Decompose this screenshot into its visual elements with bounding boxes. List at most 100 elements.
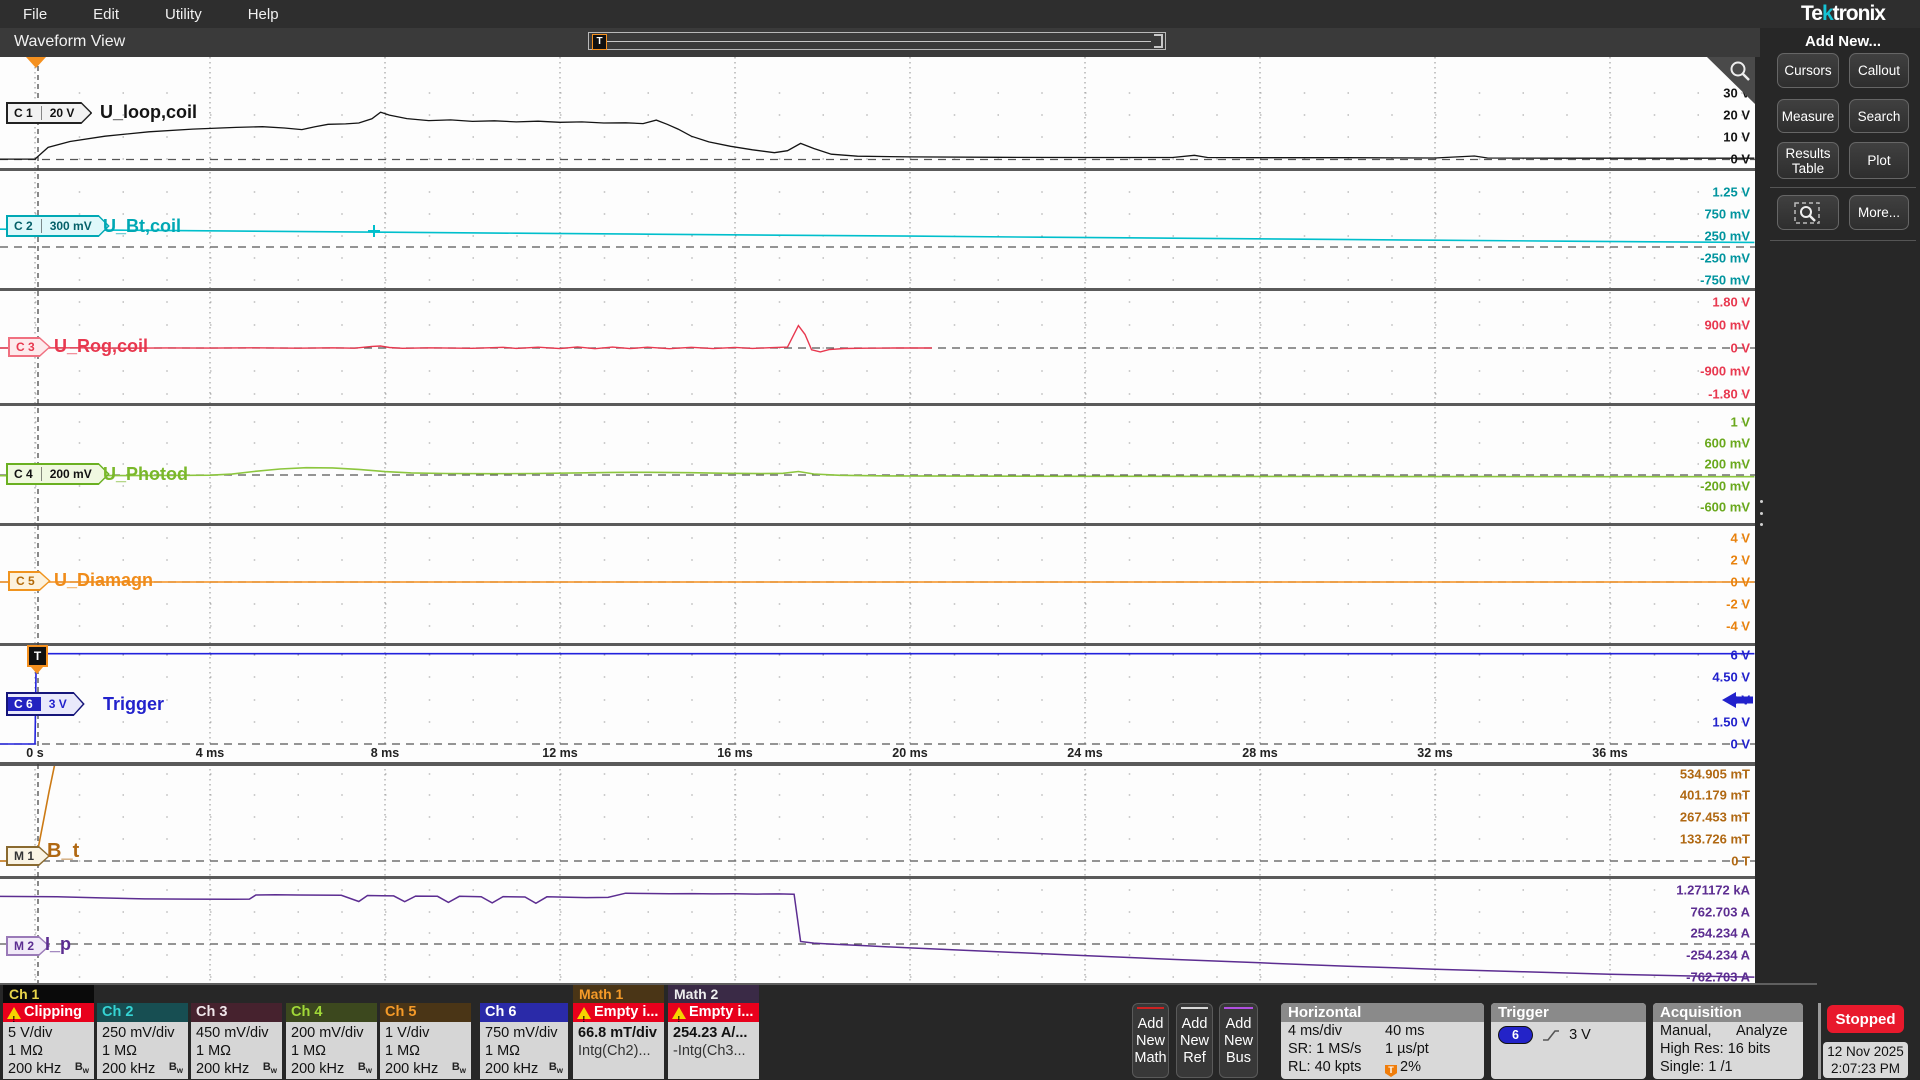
waveform-plot[interactable]: 30 V20 V10 V0 V1.25 V750 mV250 mV-250 mV… [0, 57, 1755, 985]
axis-label-m1: 534.905 mT [1680, 767, 1750, 782]
add-new-bus-button[interactable]: AddNewBus [1219, 1003, 1258, 1078]
date-text: 12 Nov 2025 [1823, 1043, 1908, 1060]
search-button[interactable]: Search [1849, 99, 1909, 133]
add-new-math-button[interactable]: AddNewMath [1132, 1003, 1169, 1078]
axis-label-c6: 6 V [1730, 648, 1750, 663]
time-text: 2:07:23 PM [1823, 1060, 1908, 1077]
math-color-line [1137, 1007, 1164, 1009]
axis-label-m2: 762.703 A [1690, 905, 1750, 920]
rising-edge-icon [1541, 1028, 1561, 1043]
menu-edit[interactable]: Edit [70, 6, 142, 23]
trigger-position-marker-icon[interactable] [26, 57, 46, 68]
math-badge-math1[interactable]: !Empty i... 66.8 mT/div Intg(Ch2)... [573, 1003, 664, 1079]
channel-label-c4: U_Photod [103, 464, 188, 485]
menu-file[interactable]: File [0, 6, 70, 23]
bandwidth-limit-icon: Bw [358, 1061, 372, 1075]
results-table-button[interactable]: Results Table [1777, 142, 1839, 179]
bandwidth-limit-icon: Bw [452, 1061, 466, 1075]
status-divider [1818, 1003, 1821, 1079]
trigger-level-marker-arrow-icon [31, 667, 43, 674]
ref-color-line [1181, 1007, 1208, 1009]
more-button[interactable]: More... [1849, 195, 1909, 230]
handle-scale: 200 mV [41, 467, 108, 481]
axis-label-c5: 2 V [1730, 553, 1750, 568]
channel-handle-c2[interactable]: C 2 300 mV [6, 215, 110, 237]
axis-label-m2: -254.234 A [1686, 948, 1750, 963]
channel-handle-c6[interactable]: C 6 3 V [6, 692, 85, 716]
horizontal-pan-minimap[interactable]: T [588, 32, 1166, 50]
horizontal-panel[interactable]: Horizontal 4 ms/div40 ms SR: 1 MS/s1 µs/… [1281, 1003, 1484, 1079]
handle-name: C 3 [10, 340, 49, 354]
warning-icon: ! [577, 1007, 591, 1019]
handle-name: M 1 [8, 849, 48, 863]
axis-label-c2: 250 mV [1704, 229, 1750, 244]
channel-badge-ch5[interactable]: Ch 5 1 V/div 1 MΩ 200 kHz Bw [380, 1003, 471, 1079]
handle-name: C 2 [8, 219, 41, 233]
axis-label-c4: 1 V [1730, 415, 1750, 430]
trigger-panel[interactable]: Trigger 6 3 V [1491, 1003, 1646, 1079]
add-new-heading: Add New... [1766, 33, 1920, 50]
minimap-trigger-icon[interactable]: T [592, 34, 607, 50]
time-axis-label: 8 ms [371, 746, 400, 760]
channel-handle-c1[interactable]: C 1 20 V [6, 102, 92, 124]
channel-label-c6: Trigger [103, 694, 164, 715]
run-stop-status-button[interactable]: Stopped [1827, 1005, 1904, 1033]
time-axis-label: 32 ms [1417, 746, 1452, 760]
ch1-tab[interactable]: Ch 1 [3, 985, 94, 1003]
axis-label-c3: -900 mV [1700, 364, 1750, 379]
menu-help[interactable]: Help [225, 6, 302, 23]
channel-badge-ch1[interactable]: !Clipping 5 V/div 1 MΩ 200 kHz Bw [3, 1003, 94, 1079]
math-badge-math2[interactable]: !Empty i... 254.23 A/... -Intg(Ch3... [668, 1003, 759, 1079]
menu-utility[interactable]: Utility [142, 6, 225, 23]
channel-badge-ch6[interactable]: Ch 6 750 mV/div 1 MΩ 200 kHz Bw [480, 1003, 568, 1079]
warning-icon: ! [7, 1007, 21, 1019]
acquisition-panel[interactable]: Acquisition Manual,Analyze High Res: 16 … [1653, 1003, 1803, 1079]
axis-label-c2: 1.25 V [1712, 185, 1750, 200]
channel-badge-ch4[interactable]: Ch 4 200 mV/div 1 MΩ 200 kHz Bw [286, 1003, 377, 1079]
callout-button[interactable]: Callout [1849, 53, 1909, 88]
math1-tab[interactable]: Math 1 [573, 985, 664, 1003]
tektronix-logo: Tektronix [1766, 2, 1920, 26]
add-new-ref-button[interactable]: AddNewRef [1176, 1003, 1213, 1078]
channel-badge-ch2[interactable]: Ch 2 250 mV/div 1 MΩ 200 kHz Bw [97, 1003, 188, 1079]
axis-label-c2: 750 mV [1704, 207, 1750, 222]
math-label-m1: B_t [47, 840, 79, 863]
time-axis-label: 12 ms [542, 746, 577, 760]
measure-button[interactable]: Measure [1777, 99, 1839, 133]
axis-label-c4: 600 mV [1704, 436, 1750, 451]
sidebar-separator [1770, 187, 1916, 188]
time-axis-label: 4 ms [196, 746, 225, 760]
math2-tab[interactable]: Math 2 [668, 985, 759, 1003]
time-axis-label: 36 ms [1592, 746, 1627, 760]
panel-splitter-grip-icon[interactable] [1757, 500, 1765, 526]
trigger-level-marker-icon[interactable]: T [27, 645, 48, 667]
sidebar-separator [1770, 240, 1916, 241]
axis-label-c5: -2 V [1726, 597, 1750, 612]
warning-icon: ! [672, 1007, 686, 1019]
channel-label-c1: U_loop,coil [100, 102, 197, 123]
channel-badge-ch3[interactable]: Ch 3 450 mV/div 1 MΩ 200 kHz Bw [191, 1003, 282, 1079]
axis-label-c3: 0 V [1730, 341, 1750, 356]
cursors-button[interactable]: Cursors [1777, 53, 1839, 88]
axis-label-c3: 900 mV [1704, 318, 1750, 333]
bottom-bar-divider [0, 983, 1817, 985]
time-axis-label: 28 ms [1242, 746, 1277, 760]
axis-label-m1: 133.726 mT [1680, 832, 1750, 847]
waveform-view-title: Waveform View [14, 33, 125, 51]
handle-name: C 6 [8, 697, 41, 711]
math-handle-m2[interactable]: M 2 [6, 936, 50, 956]
minimap-right-handle-icon[interactable] [1154, 34, 1163, 48]
axis-label-c1: 10 V [1723, 130, 1750, 145]
channel-handle-c4[interactable]: C 4 200 mV [6, 463, 110, 485]
bandwidth-limit-icon: Bw [169, 1061, 183, 1075]
math-handle-m1[interactable]: M 1 [6, 846, 50, 866]
handle-name: M 2 [8, 939, 48, 953]
channel-handle-c5[interactable]: C 5 [8, 571, 51, 591]
channel-handle-c3[interactable]: C 3 [8, 337, 51, 357]
handle-scale: 300 mV [41, 219, 108, 233]
time-axis-label: 24 ms [1067, 746, 1102, 760]
zoom-mode-button[interactable] [1777, 195, 1839, 230]
axis-label-m1: 0 T [1731, 854, 1750, 869]
axis-label-c3: 1.80 V [1712, 295, 1750, 310]
plot-button[interactable]: Plot [1849, 142, 1909, 179]
